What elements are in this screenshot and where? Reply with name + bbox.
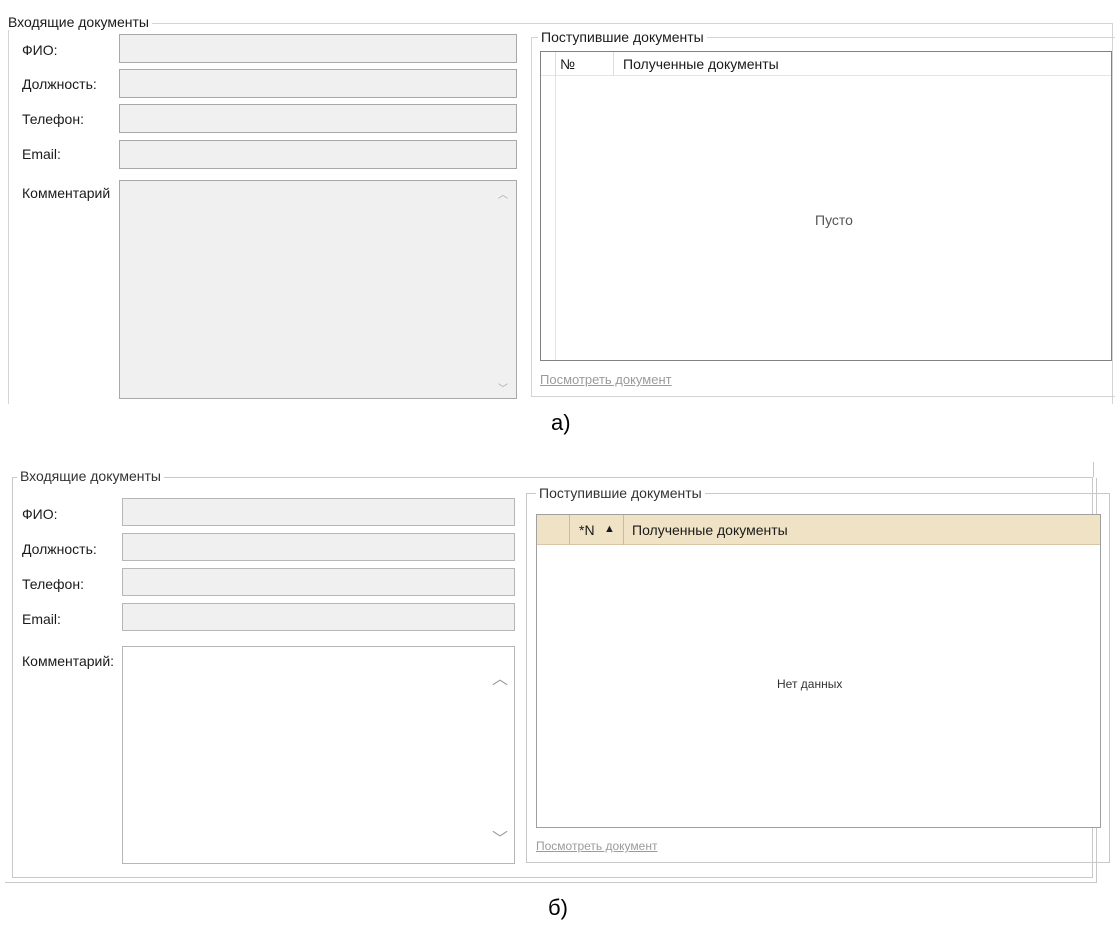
column-documents-header[interactable]: Полученные документы xyxy=(632,522,788,538)
position-field-b[interactable] xyxy=(122,533,515,561)
scroll-down-icon[interactable]: ﹀ xyxy=(498,380,508,395)
email-label-a: Email: xyxy=(22,146,61,162)
phone-field-a[interactable] xyxy=(119,104,517,133)
incoming-documents-title-a: Входящие документы xyxy=(5,14,152,30)
column-number-header[interactable]: № xyxy=(560,56,575,72)
grid-header-a: № Полученные документы xyxy=(541,52,1111,76)
grid-header-b: *N ▲ Полученные документы xyxy=(537,515,1100,545)
incoming-documents-title-b: Входящие документы xyxy=(17,468,164,484)
scroll-up-icon[interactable]: ︿ xyxy=(492,665,508,689)
column-documents-header[interactable]: Полученные документы xyxy=(623,56,779,72)
position-label-a: Должность: xyxy=(22,76,97,92)
fio-label-a: ФИО: xyxy=(22,42,58,58)
email-label-b: Email: xyxy=(22,611,61,627)
fio-field-a[interactable] xyxy=(119,34,517,63)
position-label-b: Должность: xyxy=(22,541,97,557)
position-field-a[interactable] xyxy=(119,69,517,98)
caption-b: б) xyxy=(548,895,568,920)
documents-grid-a[interactable]: № Полученные документы Пусто xyxy=(540,51,1112,361)
view-document-link-b[interactable]: Посмотреть документ xyxy=(536,839,657,853)
view-document-link-a[interactable]: Посмотреть документ xyxy=(540,372,672,387)
phone-label-b: Телефон: xyxy=(22,576,84,592)
column-number-header[interactable]: *N xyxy=(579,522,595,538)
caption-a: а) xyxy=(551,410,571,435)
received-documents-title-b: Поступившие документы xyxy=(536,485,705,501)
empty-grid-message: Нет данных xyxy=(777,677,843,691)
email-field-b[interactable] xyxy=(122,603,515,631)
documents-grid-b[interactable]: *N ▲ Полученные документы Нет данных xyxy=(536,514,1101,828)
comment-textarea-b[interactable]: ︿ ﹀ xyxy=(122,646,515,864)
scroll-up-icon[interactable]: ︿ xyxy=(498,186,508,201)
sort-ascending-icon[interactable]: ▲ xyxy=(604,523,615,535)
scroll-down-icon[interactable]: ﹀ xyxy=(492,825,508,849)
comment-label-b: Комментарий: xyxy=(22,653,115,669)
phone-field-b[interactable] xyxy=(122,568,515,596)
empty-grid-message: Пусто xyxy=(815,212,853,228)
email-field-a[interactable] xyxy=(119,140,517,169)
phone-label-a: Телефон: xyxy=(22,111,84,127)
comment-label-a: Комментарий xyxy=(22,185,111,201)
fio-field-b[interactable] xyxy=(122,498,515,526)
received-documents-title-a: Поступившие документы xyxy=(538,29,707,45)
fio-label-b: ФИО: xyxy=(22,506,58,522)
comment-textarea-a[interactable]: ︿ ﹀ xyxy=(119,180,517,399)
